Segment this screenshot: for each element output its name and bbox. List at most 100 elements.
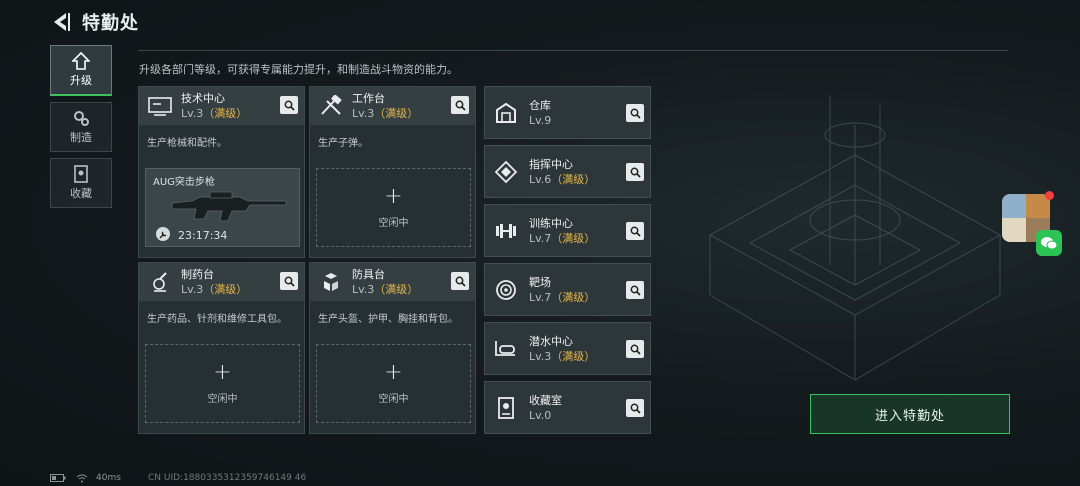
tab-craft-label: 制造 [70,131,92,144]
facility-card-shooting-range[interactable]: 靶场 Lv.7（满级） [484,263,651,316]
workshop-level: Lv.3 [352,107,375,120]
search-icon [630,285,641,296]
workshop-description: 生产子弹。 [318,138,368,149]
search-button[interactable] [626,340,644,358]
armor-bench-icon [318,269,344,295]
card-header: 技术中心 Lv.3（满级） [139,87,304,125]
max-level-badge: （满级） [374,107,419,120]
wechat-button[interactable] [1036,230,1062,256]
battery-icon [50,474,66,482]
search-icon [630,403,641,414]
search-icon [455,100,466,111]
production-slot-idle[interactable]: + 空闲中 [316,168,471,247]
search-button[interactable] [626,163,644,181]
production-slot-idle[interactable]: + 空闲中 [316,344,471,423]
upgrade-icon [72,52,90,70]
rifle-image [171,191,287,222]
tab-collection[interactable]: 收藏 [50,158,112,208]
facility-card-diving-center[interactable]: 潜水中心 Lv.3（满级） [484,322,651,375]
facility-name: 仓库 [529,98,551,112]
workshop-name: 防具台 [352,268,385,281]
workshop-name: 技术中心 [181,92,225,105]
workshop-description: 生产头盔、护甲、胸挂和背包。 [318,314,458,325]
title-divider [138,50,1008,51]
facility-name: 指挥中心 [529,157,573,171]
max-level-badge: （满级） [203,107,248,120]
ping-value: 40ms [96,473,121,483]
workshop-name: 工作台 [352,92,385,105]
workshop-description: 生产枪械和配件。 [147,138,227,149]
max-level-badge: （满级） [551,349,596,363]
warehouse-icon [491,98,521,128]
plus-icon: + [384,360,403,385]
search-icon [284,100,295,111]
collection-room-icon [491,393,521,423]
facility-name: 训练中心 [529,216,573,230]
search-icon [630,167,641,178]
training-center-icon [491,216,521,246]
notification-dot [1045,191,1054,200]
back-button[interactable] [48,9,74,35]
tab-collection-label: 收藏 [70,187,92,200]
workshop-card-workbench[interactable]: 工作台 Lv.3（满级） 生产子弹。 + 空闲中 [309,86,476,258]
plus-icon: + [384,184,403,209]
search-icon [630,344,641,355]
workshop-card-armor-bench[interactable]: 防具台 Lv.3（满级） 生产头盔、护甲、胸挂和背包。 + 空闲中 [309,262,476,434]
page-description: 升级各部门等级，可获得专属能力提升，和制造战斗物资的能力。 [139,63,458,76]
facility-card-command-center[interactable]: 指挥中心 Lv.6（满级） [484,145,651,198]
production-slot-busy[interactable]: AUG突击步枪 23:17:34 [145,168,300,247]
search-button[interactable] [280,96,298,114]
facility-name: 靶场 [529,275,551,289]
search-button[interactable] [626,104,644,122]
card-header: 制药台 Lv.3（满级） [139,263,304,301]
search-button[interactable] [626,222,644,240]
search-button[interactable] [626,399,644,417]
workshop-card-pharmacy[interactable]: 制药台 Lv.3（满级） 生产药品、针剂和维修工具包。 + 空闲中 [138,262,305,434]
slot-status: 空闲中 [378,218,409,229]
production-slot-idle[interactable]: + 空闲中 [145,344,300,423]
enter-base-button[interactable]: 进入特勤处 [810,394,1010,434]
max-level-badge: （满级） [551,172,596,186]
tab-upgrade[interactable]: 升级 [50,45,112,96]
workshop-level: Lv.3 [352,283,375,296]
workshop-name: 制药台 [181,268,214,281]
slot-status: 空闲中 [378,394,409,405]
card-header: 工作台 Lv.3（满级） [310,87,475,125]
workshop-level: Lv.3 [181,283,204,296]
facility-level: Lv.3 [529,349,552,363]
workshop-card-tech-center[interactable]: 技术中心 Lv.3（满级） 生产枪械和配件。 AUG突击步枪 23:17:34 [138,86,305,258]
plus-icon: + [213,360,232,385]
side-nav: 升级 制造 收藏 [50,45,112,214]
tab-upgrade-label: 升级 [70,74,92,87]
collection-icon [72,165,90,183]
search-button[interactable] [280,272,298,290]
search-icon [630,226,641,237]
wechat-icon [1041,237,1058,250]
card-header: 防具台 Lv.3（满级） [310,263,475,301]
search-button[interactable] [626,281,644,299]
facility-level: Lv.6 [529,172,552,186]
search-icon [455,276,466,287]
max-level-badge: （满级） [551,290,596,304]
facility-level: Lv.0 [529,408,552,422]
wifi-icon [76,474,88,482]
diving-center-icon [491,334,521,364]
facility-card-warehouse[interactable]: 仓库 Lv.9 [484,86,651,139]
production-item-name: AUG突击步枪 [153,177,215,188]
search-icon [284,276,295,287]
shooting-range-icon [491,275,521,305]
max-level-badge: （满级） [551,231,596,245]
facility-card-training-center[interactable]: 训练中心 Lv.7（满级） [484,204,651,257]
facility-name: 潜水中心 [529,334,573,348]
search-button[interactable] [451,272,469,290]
workshop-level: Lv.3 [181,107,204,120]
facility-card-collection-room[interactable]: 收藏室 Lv.0 [484,381,651,434]
max-level-badge: （满级） [374,283,419,296]
workbench-icon [318,93,344,119]
max-level-badge: （满级） [203,283,248,296]
search-button[interactable] [451,96,469,114]
title-bar: 特勤处 [48,8,139,36]
slot-status: 空闲中 [207,394,238,405]
back-arrow-icon [54,13,70,31]
tab-craft[interactable]: 制造 [50,102,112,152]
